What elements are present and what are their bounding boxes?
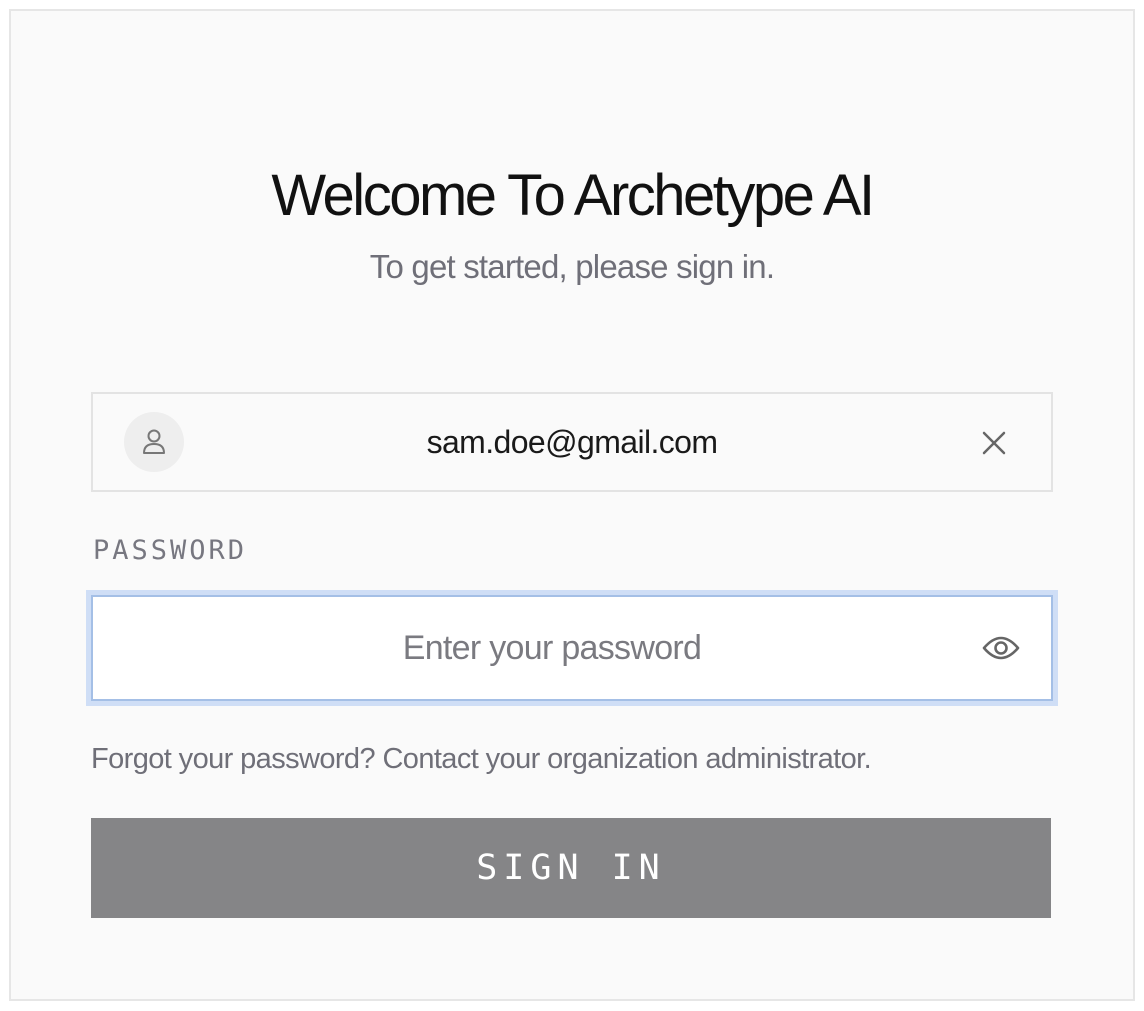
password-label: PASSWORD [93,535,248,566]
page-title: Welcome To Archetype AI [271,163,875,228]
sign-in-button[interactable]: SIGN IN [91,818,1051,918]
email-value: sam.doe@gmail.com [426,424,718,460]
email-chip: sam.doe@gmail.com [91,392,1053,492]
forgot-password-help: Forgot your password? Contact your organ… [91,743,872,775]
toggle-password-visibility-button[interactable] [981,631,1021,665]
eye-icon [981,636,1021,669]
close-icon [979,431,1009,462]
clear-email-button[interactable] [979,428,1009,458]
password-field-wrapper [91,595,1053,701]
page-subtitle: To get started, please sign in. [369,248,775,285]
sign-in-card: Welcome To Archetype AI To get started, … [9,9,1135,1001]
password-input[interactable] [93,597,1051,699]
